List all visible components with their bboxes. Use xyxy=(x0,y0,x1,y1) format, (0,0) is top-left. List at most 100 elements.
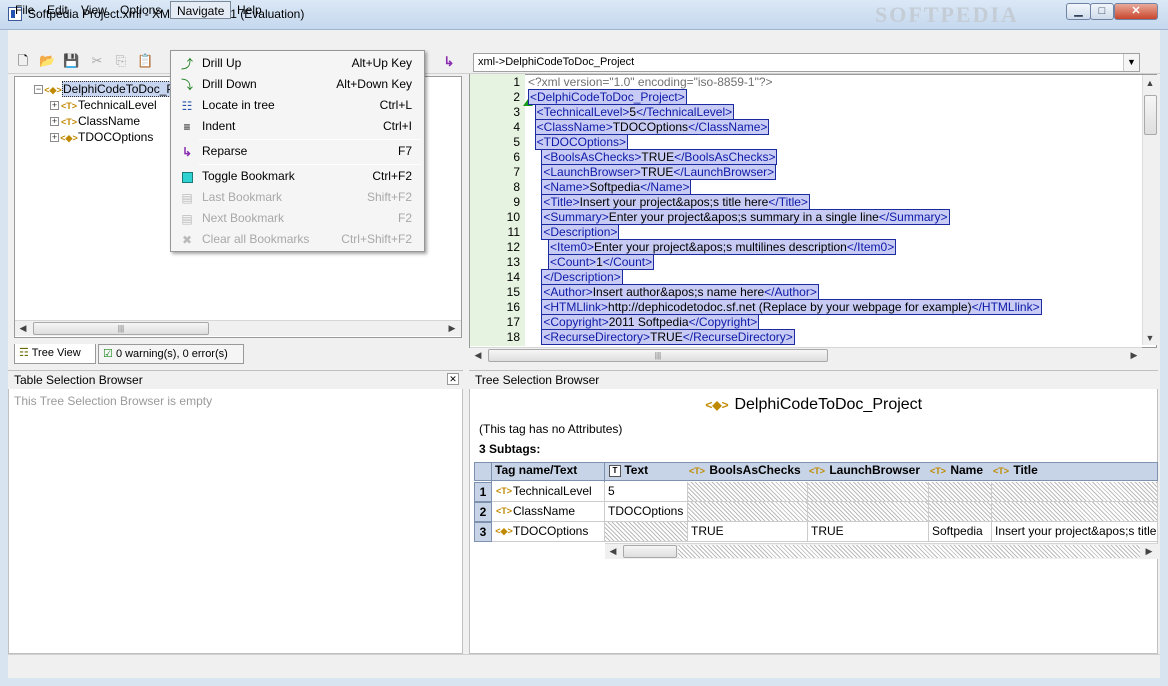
scroll-down-arrow[interactable]: ▼ xyxy=(1142,330,1158,346)
menu-file[interactable]: File xyxy=(9,1,40,19)
menu-navigate[interactable]: Navigate xyxy=(170,1,232,19)
editor-line[interactable]: 8 <Name>Softpedia</Name> xyxy=(470,179,1140,195)
col-header-launch[interactable]: <T> LaunchBrowser xyxy=(808,463,920,477)
editor-line[interactable]: 2 <DelphiCodeToDoc_Project> xyxy=(470,89,1140,105)
maximize-button[interactable]: □ xyxy=(1090,3,1114,20)
collapse-icon[interactable]: − xyxy=(34,85,43,95)
row-number[interactable]: 1 xyxy=(474,482,492,502)
table-cell-text[interactable]: TDOCOptions xyxy=(605,502,688,522)
menu-edit[interactable]: Edit xyxy=(41,1,74,19)
editor-line[interactable]: 7 <LaunchBrowser>TRUE</LaunchBrowser> xyxy=(470,164,1140,180)
scroll-thumb[interactable]: ||| xyxy=(488,349,828,362)
editor-line[interactable]: 3 <TechnicalLevel>5</TechnicalLevel> xyxy=(470,104,1140,120)
line-number: 12 xyxy=(506,240,520,254)
menu-toggle-bookmark[interactable]: Toggle Bookmark Ctrl+F2 xyxy=(171,166,424,187)
editor-line[interactable]: 4 <ClassName>TDOCOptions</ClassName> xyxy=(470,119,1140,135)
new-file-icon[interactable]: 🗋 xyxy=(15,53,31,69)
editor-line[interactable]: 13 <Count>1</Count> xyxy=(470,254,1140,270)
menu-locate-in-tree[interactable]: ☷ Locate in tree Ctrl+L xyxy=(171,95,424,116)
tree-node-tdocoptions[interactable]: + <◆>TDOCOptions xyxy=(50,129,153,145)
close-button[interactable]: ✕ xyxy=(1114,3,1158,20)
paste-icon[interactable]: 📋 xyxy=(137,53,153,69)
tab-warnings[interactable]: ☑ 0 warning(s), 0 error(s) xyxy=(98,344,244,364)
expand-icon[interactable]: + xyxy=(50,133,59,143)
editor-line[interactable]: 18 <RecurseDirectory>TRUE</RecurseDirect… xyxy=(470,329,1140,345)
tree-node-classname[interactable]: + <T>ClassName xyxy=(50,113,140,129)
table-row-tag[interactable]: <◆>TDOCOptions xyxy=(492,522,605,542)
row-number[interactable]: 2 xyxy=(474,502,492,522)
col-header-text[interactable]: T Text xyxy=(609,463,648,477)
expand-icon[interactable]: + xyxy=(50,101,59,111)
menu-drill-down[interactable]: ⤵ Drill Down Alt+Down Key xyxy=(171,74,424,95)
scroll-thumb[interactable] xyxy=(623,545,677,558)
copy-icon[interactable]: ⎘ xyxy=(113,53,129,69)
tab-tree-view[interactable]: ☶ Tree View xyxy=(14,344,96,364)
cut-icon[interactable]: ✂ xyxy=(89,53,105,69)
scroll-left-arrow[interactable]: ◀ xyxy=(470,347,486,363)
menu-reparse[interactable]: ↳ Reparse F7 xyxy=(171,141,424,162)
open-folder-icon[interactable]: 📂 xyxy=(39,53,55,69)
minimize-button[interactable]: ▁ xyxy=(1066,3,1091,20)
table-cell-name[interactable] xyxy=(929,502,992,522)
editor-line[interactable]: 5 <TDOCOptions> xyxy=(470,134,1140,150)
menu-help[interactable]: Help xyxy=(231,1,268,19)
editor-line[interactable]: 17 <Copyright>2011 Softpedia</Copyright> xyxy=(470,314,1140,330)
menu-indent[interactable]: ≡ Indent Ctrl+I xyxy=(171,116,424,137)
watermark: SOFTPEDIA xyxy=(875,2,1019,27)
table-cell-bools[interactable]: TRUE xyxy=(688,522,808,542)
scroll-right-arrow[interactable]: ▶ xyxy=(444,320,460,336)
editor-line[interactable]: 10 <Summary>Enter your project&apos;s su… xyxy=(470,209,1140,225)
scroll-thumb[interactable] xyxy=(1144,95,1157,135)
table-cell-launch[interactable] xyxy=(808,502,929,522)
table-cell-name[interactable]: Softpedia xyxy=(929,522,992,542)
col-header-name[interactable]: <T> Name xyxy=(929,463,983,477)
editor-line[interactable]: 6 <BoolsAsChecks>TRUE</BoolsAsChecks> xyxy=(470,149,1140,165)
editor-line[interactable]: 11 <Description> xyxy=(470,224,1140,240)
menu-view[interactable]: View xyxy=(75,1,113,19)
table-row-tag[interactable]: <T>TechnicalLevel xyxy=(492,482,605,502)
col-label: BoolsAsChecks xyxy=(709,463,801,477)
col-header-title[interactable]: <T> Title xyxy=(992,463,1038,477)
scroll-right-arrow[interactable]: ▶ xyxy=(1141,543,1157,559)
editor-line[interactable]: 12 <Item0>Enter your project&apos;s mult… xyxy=(470,239,1140,255)
menu-options[interactable]: Options xyxy=(114,1,167,19)
row-number[interactable]: 3 xyxy=(474,522,492,542)
table-cell-launch[interactable] xyxy=(808,482,929,502)
path-combobox[interactable]: xml->DelphiCodeToDoc_Project ▼ xyxy=(473,53,1140,72)
table-cell-text[interactable]: 5 xyxy=(605,482,688,502)
scroll-left-arrow[interactable]: ◀ xyxy=(15,320,31,336)
node-title: <◆> DelphiCodeToDoc_Project xyxy=(704,396,922,414)
col-divider xyxy=(604,462,605,482)
table-cell-title[interactable] xyxy=(992,502,1158,522)
table-cell-text[interactable] xyxy=(605,522,688,542)
scroll-left-arrow[interactable]: ◀ xyxy=(605,543,621,559)
scroll-track[interactable] xyxy=(678,545,1140,558)
tree-node-label: ClassName xyxy=(78,114,141,128)
editor-line[interactable]: 16 <HTMLlink>http://dephicodetodoc.sf.ne… xyxy=(470,299,1140,315)
table-cell-launch[interactable]: TRUE xyxy=(808,522,929,542)
table-cell-name[interactable] xyxy=(929,482,992,502)
scroll-right-arrow[interactable]: ▶ xyxy=(1126,347,1142,363)
editor-line[interactable]: 1 <?xml version="1.0" encoding="iso-8859-… xyxy=(470,75,1140,90)
table-row-tag[interactable]: <T>ClassName xyxy=(492,502,605,522)
col-header-bools[interactable]: <T> BoolsAsChecks xyxy=(688,463,801,477)
reparse-toolbar-icon[interactable]: ↳ xyxy=(441,54,457,70)
save-icon[interactable]: 💾 xyxy=(63,53,79,69)
table-cell-title[interactable]: Insert your project&apos;s title xyxy=(992,522,1158,542)
table-cell-bools[interactable] xyxy=(688,502,808,522)
scroll-thumb[interactable]: ||| xyxy=(33,322,209,335)
tree-node-technicallevel[interactable]: + <T>TechnicalLevel xyxy=(50,97,157,113)
menu-drill-up[interactable]: ⤴ Drill Up Alt+Up Key xyxy=(171,53,424,74)
code-text: <Count>1</Count> xyxy=(548,254,655,270)
editor-line[interactable]: 15 <Author>Insert author&apos;s name her… xyxy=(470,284,1140,300)
col-header-tag[interactable]: Tag name/Text xyxy=(495,463,577,477)
table-cell-title[interactable] xyxy=(992,482,1158,502)
scroll-up-arrow[interactable]: ▲ xyxy=(1142,75,1158,91)
chevron-down-icon[interactable]: ▼ xyxy=(1123,54,1139,71)
table-cell-bools[interactable] xyxy=(688,482,808,502)
editor-line[interactable]: 14 </Description> xyxy=(470,269,1140,285)
menu-label: Clear all Bookmarks xyxy=(202,232,310,246)
editor-line[interactable]: 9 <Title>Insert your project&apos;s titl… xyxy=(470,194,1140,210)
expand-icon[interactable]: + xyxy=(50,117,59,127)
close-panel-icon[interactable]: ✕ xyxy=(447,373,459,385)
